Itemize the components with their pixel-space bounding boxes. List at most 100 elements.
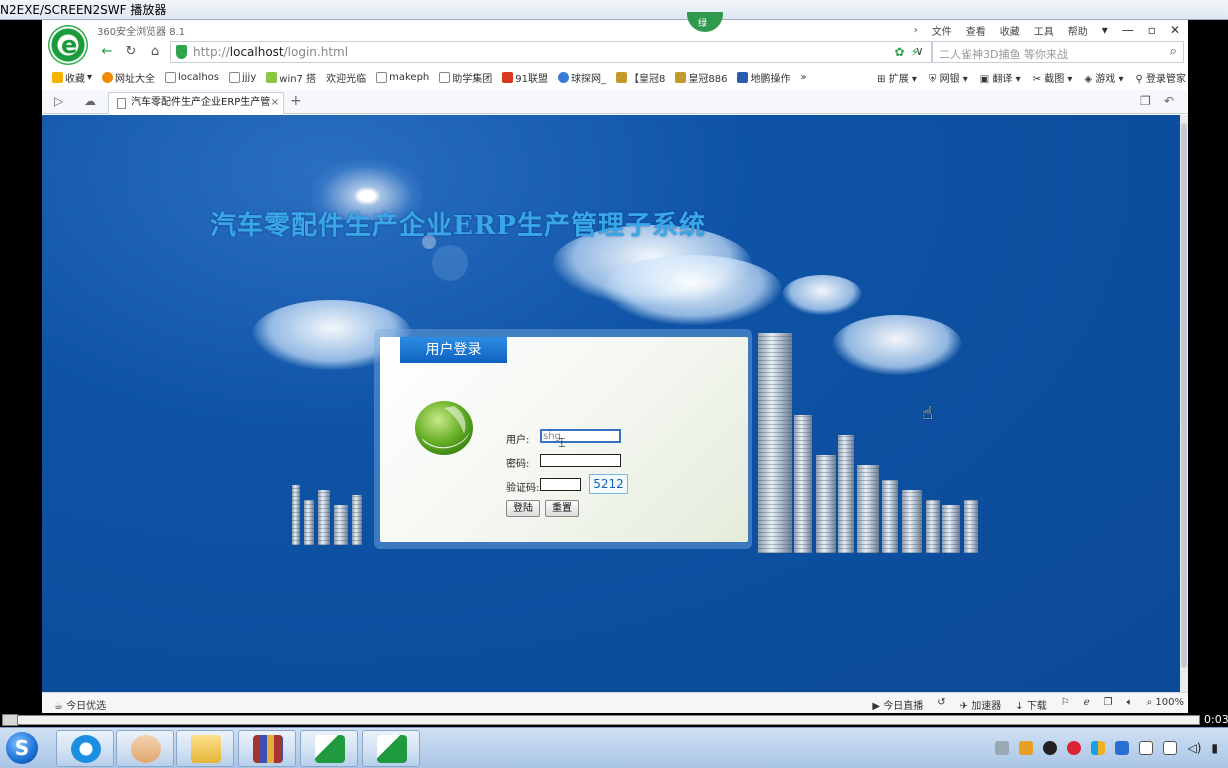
player-app-icon [315,735,345,763]
refresh-status-icon[interactable]: ↺ [937,697,945,712]
player-seekbar[interactable]: 0:03 [0,713,1228,727]
tab-bar: ▷ ☁ 汽车零配件生产企业ERP生产管 × + ❐ ↶ [42,90,1188,114]
tray-app-icon[interactable] [1091,741,1106,755]
extensions-button[interactable]: ⊞ 扩展 ▾ [877,70,917,85]
close-icon[interactable]: ✕ [1170,23,1180,37]
taskbar-app[interactable] [56,730,114,767]
status-bar: ☕ 今日优选 ▶ 今日直播 ↺ ✈ 加速器 ↓ 下载 ⚐ ℯ ❐ 🔈︎ ⌕ 10… [42,692,1188,713]
maximize-icon[interactable]: ▫ [1148,23,1156,37]
undo-close-icon[interactable]: ↶ [1164,94,1174,108]
bookmark-item[interactable]: 收藏 ▾ [52,70,92,85]
reset-button[interactable]: 重置 [545,500,579,517]
captcha-input[interactable] [540,478,581,491]
today-picks[interactable]: ☕ 今日优选 [54,697,106,712]
sidebar-toggle-icon[interactable]: ▷ [54,94,63,108]
usb-icon[interactable] [1139,741,1154,755]
translate-button[interactable]: ▣ 翻译 ▾ [980,70,1021,85]
download-button[interactable]: ↓ 下载 [1015,697,1047,712]
tray-app-icon[interactable] [1163,741,1178,755]
menu-view[interactable]: 查看 [966,23,986,38]
bookmark-item[interactable]: 地鹏操作 [737,70,790,85]
bookmark-item[interactable]: 球探网_ [558,70,606,85]
captcha-image[interactable]: 5212 [589,474,628,494]
address-bar[interactable]: http://localhost/login.html ✿⚡ [170,41,932,63]
ie-icon[interactable]: ℯ [1084,697,1090,712]
live-button[interactable]: ▶ 今日直播 [872,697,923,712]
system-tray: ◁) ▮ [995,734,1228,762]
accelerator-button[interactable]: ✈ 加速器 [960,697,1002,712]
bookmark-item[interactable]: 欢迎光临 [326,70,366,85]
qq-icon[interactable] [1043,741,1058,755]
text-cursor-icon: ⌶ [558,436,566,451]
tray-app-icon[interactable] [1115,741,1130,755]
start-button[interactable]: S [2,730,42,767]
browser-title-bar: 360安全浏览器 8.1 绿 › 文件 查看 收藏 工具 帮助 ▾ — ▫ ✕ [42,12,1188,40]
tray-app-icon[interactable] [1067,741,1082,755]
menu-chevron-icon[interactable]: › [914,25,918,36]
taskbar-app[interactable] [176,730,234,767]
menu-file[interactable]: 文件 [932,23,952,38]
star-icon [52,71,63,83]
bookmark-item[interactable]: 皇冠886 [675,70,727,85]
taskbar-app[interactable] [300,730,358,767]
site-icon [558,71,569,83]
bookmark-item[interactable]: win7 搭 [266,70,316,85]
window-icon[interactable]: ❐ [1104,697,1113,712]
restore-tabs-icon[interactable]: ❐ [1140,94,1151,108]
login-manager-button[interactable]: ⚲ 登录管家 [1135,70,1186,85]
bookmark-item[interactable]: 【皇冠8 [616,70,665,85]
tray-app-icon[interactable] [1019,741,1034,755]
scrollbar-thumb[interactable] [1181,123,1187,668]
zoom-level[interactable]: ⌕ 100% [1147,697,1184,712]
url-text: http://localhost/login.html [193,45,349,59]
search-box[interactable]: ∨ 二人雀神3D捕鱼 等你来战 ⌕ [915,41,1184,63]
search-icon[interactable]: ⌕ [1170,44,1177,59]
new-tab-button[interactable]: + [290,93,302,109]
page-icon [376,71,388,83]
browser-logo-icon[interactable]: e [48,25,88,65]
keyboard-icon[interactable] [995,741,1010,755]
minimize-icon[interactable]: — [1122,23,1134,37]
menu-tools[interactable]: 工具 [1034,23,1054,38]
refresh-icon[interactable]: ↻ [122,43,140,61]
bookmark-item[interactable]: makeph [376,71,429,83]
taskbar-app[interactable] [116,730,174,767]
screenshot-button[interactable]: ✂ 截图 ▾ [1033,70,1073,85]
seek-track[interactable] [2,715,1200,725]
flag-icon[interactable]: ⚐ [1061,697,1070,712]
security-shield-icon [176,45,187,59]
seek-knob[interactable] [2,714,18,726]
bookmark-item[interactable]: localhos [165,71,219,83]
bookmarks-more-icon[interactable]: » [800,72,806,83]
bookmark-item[interactable]: jjjy [229,71,256,83]
bookmark-item[interactable]: 网址大全 [102,70,155,85]
menu-help[interactable]: 帮助 [1068,23,1088,38]
volume-icon[interactable]: 🔈︎ [1127,697,1133,712]
dropdown-chevron-icon[interactable]: ∨ [915,44,924,58]
password-input[interactable] [540,454,621,467]
home-icon[interactable]: ⌂ [146,43,164,61]
signal-icon[interactable]: ▮ [1211,741,1218,755]
games-button[interactable]: ◈ 游戏 ▾ [1084,70,1123,85]
cloud [602,255,782,325]
back-arrow-icon[interactable]: ← [98,43,116,61]
username-input[interactable]: shg [540,429,621,443]
green-badge-icon[interactable]: 绿 [687,12,723,32]
page-icon [117,98,126,109]
bookmark-item[interactable]: 助学集团 [439,70,492,85]
captcha-label: 验证码: [506,483,540,494]
tab-login-page[interactable]: 汽车零配件生产企业ERP生产管 × [108,92,284,114]
skin-icon[interactable]: ▾ [1102,23,1108,37]
cloud [832,315,962,375]
bookmark-item[interactable]: 91联盟 [502,70,548,85]
menu-favorites[interactable]: 收藏 [1000,23,1020,38]
volume-icon[interactable]: ◁) [1187,741,1201,755]
tab-close-icon[interactable]: × [271,93,279,113]
search-placeholder: 二人雀神3D捕鱼 等你来战 [939,48,1068,61]
taskbar-app[interactable] [362,730,420,767]
taskbar-app[interactable] [238,730,296,767]
login-button[interactable]: 登陆 [506,500,540,517]
netbank-button[interactable]: ⛨ 网银 ▾ [929,70,968,85]
vertical-scrollbar[interactable] [1180,115,1188,692]
cloud-icon[interactable]: ☁ [84,94,96,108]
